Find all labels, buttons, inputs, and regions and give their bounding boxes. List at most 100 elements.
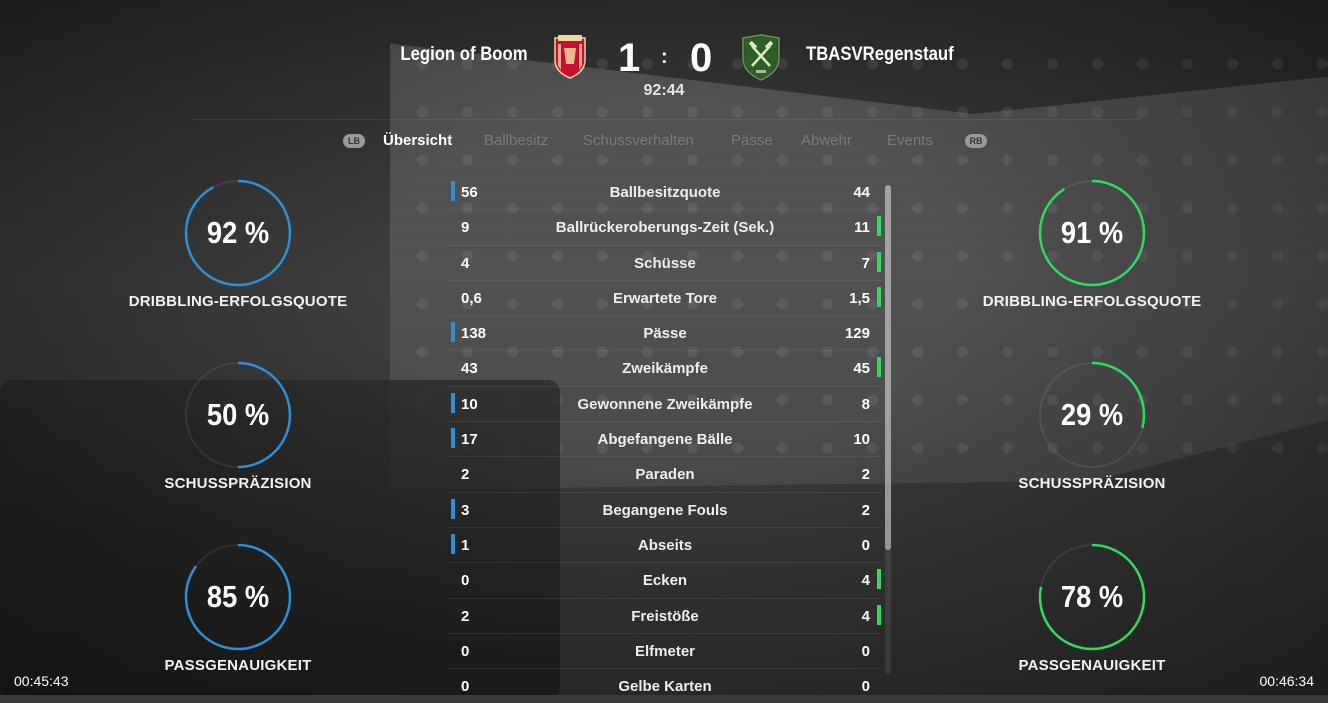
away-value: 2 (861, 466, 870, 484)
stats-tab-bar: LB Übersicht Ballbesitz Schussverhalten … (0, 132, 1328, 154)
home-team-name: Legion of Boom (400, 44, 528, 65)
stats-scrollbar[interactable] (885, 185, 891, 675)
stat-name: Erwartete Tore (613, 289, 717, 307)
home-leader-bar (451, 428, 455, 449)
progress-ring: 85 % (182, 541, 294, 653)
ring-label: SCHUSSPRÄZISION (164, 475, 312, 492)
scrollbar-thumb[interactable] (885, 185, 891, 550)
stat-name: Freistöße (631, 607, 699, 625)
stat-name: Ballrückeroberungs-Zeit (Sek.) (555, 219, 775, 237)
ring-value: 91 % (1060, 215, 1124, 250)
home-leader-bar (451, 322, 455, 343)
table-row: 0,6 Erwartete Tore 1,5 (448, 281, 882, 317)
tab-shooting[interactable]: Schussverhalten (583, 132, 694, 149)
hammers-shield-crest-icon (741, 33, 781, 82)
away-dribbling-stat: 91 % DRIBBLING-ERFOLGSQUOTE (972, 177, 1212, 310)
tab-overview[interactable]: Übersicht (383, 132, 452, 149)
away-value: 4 (861, 607, 870, 625)
away-value: 45 (853, 360, 870, 378)
table-row: 1 Abseits 0 (448, 528, 882, 564)
away-value: 0 (861, 642, 870, 660)
tab-passes[interactable]: Pässe (731, 132, 773, 149)
ring-label: SCHUSSPRÄZISION (1018, 475, 1166, 492)
tab-events[interactable]: Events (887, 132, 933, 149)
away-leader-bar (877, 286, 881, 307)
home-leader-bar (451, 533, 455, 554)
table-row: 43 Zweikämpfe 45 (448, 351, 882, 387)
table-row: 2 Paraden 2 (448, 457, 882, 493)
table-row: 10 Gewonnene Zweikämpfe 8 (448, 387, 882, 423)
ring-value: 85 % (206, 579, 270, 614)
away-leader-bar (877, 604, 881, 625)
home-leader-bar (451, 181, 455, 201)
header-divider (190, 119, 1140, 120)
score-separator: : (661, 46, 668, 68)
away-value: 8 (861, 395, 870, 413)
timestamp-left: 00:45:43 (14, 673, 69, 689)
ring-value: 50 % (206, 397, 270, 432)
away-value: 0 (861, 536, 870, 554)
rb-button-icon[interactable]: RB (965, 134, 987, 148)
stat-name: Abgefangene Bälle (597, 431, 733, 449)
ring-label: PASSGENAUIGKEIT (164, 657, 312, 674)
tab-possession[interactable]: Ballbesitz (484, 132, 548, 149)
away-value: 129 (844, 325, 870, 343)
table-row: 3 Begangene Fouls 2 (448, 493, 882, 528)
home-leader-bar (451, 498, 455, 519)
home-leader-bar (451, 392, 455, 413)
tab-defense[interactable]: Abwehr (801, 132, 852, 149)
stat-name: Gelbe Karten (618, 678, 712, 696)
ring-label: PASSGENAUIGKEIT (1018, 657, 1166, 674)
ring-value: 78 % (1060, 579, 1124, 614)
ring-label: DRIBBLING-ERFOLGSQUOTE (982, 293, 1202, 310)
stat-name: Gewonnene Zweikämpfe (577, 395, 753, 413)
table-row: 56 Ballbesitzquote 44 (448, 175, 882, 211)
match-clock: 92:44 (643, 82, 685, 99)
progress-ring: 91 % (1036, 177, 1148, 289)
away-value: 0 (861, 678, 870, 696)
progress-ring: 29 % (1036, 359, 1148, 471)
home-dribbling-stat: 92 % DRIBBLING-ERFOLGSQUOTE (118, 177, 358, 310)
stat-name: Ecken (642, 572, 688, 590)
away-shot-accuracy-stat: 29 % SCHUSSPRÄZISION (972, 359, 1212, 492)
stat-name: Zweikämpfe (622, 360, 708, 378)
home-pass-accuracy-stat: 85 % PASSGENAUIGKEIT (118, 541, 358, 674)
progress-ring: 92 % (182, 177, 294, 289)
away-value: 44 (853, 184, 870, 201)
stat-name: Begangene Fouls (602, 501, 728, 519)
home-score: 1 (618, 36, 641, 80)
table-row: 138 Pässe 129 (448, 316, 882, 352)
scoreboard: Legion of Boom 1 : 0 TBASVRegenstauf 92:… (0, 28, 1328, 120)
away-value: 4 (861, 572, 870, 590)
stat-name: Ballbesitzquote (609, 184, 721, 201)
timestamp-right: 00:46:34 (1259, 673, 1315, 689)
ring-value: 92 % (206, 215, 270, 250)
away-value: 2 (861, 501, 870, 519)
progress-ring: 50 % (182, 359, 294, 471)
away-leader-bar (877, 251, 881, 272)
ring-label: DRIBBLING-ERFOLGSQUOTE (128, 293, 348, 310)
away-leader-bar (877, 216, 881, 237)
stats-table: 56 Ballbesitzquote 44 9 Ballrückeroberungs-… (448, 175, 882, 703)
ring-value: 29 % (1060, 397, 1124, 432)
table-row: 9 Ballrückeroberungs-Zeit (Sek.) 11 (448, 210, 882, 246)
away-value: 10 (853, 431, 870, 449)
table-row: 0 Ecken 4 (448, 563, 882, 599)
away-team-name: TBASVRegenstauf (806, 44, 954, 65)
table-row: 2 Freistöße 4 (448, 599, 882, 634)
away-value: 11 (854, 219, 870, 237)
away-pass-accuracy-stat: 78 % PASSGENAUIGKEIT (972, 541, 1212, 674)
away-score: 0 (690, 36, 713, 80)
stat-name: Paraden (635, 466, 695, 484)
progress-ring: 78 % (1036, 541, 1148, 653)
stat-name: Abseits (637, 536, 693, 554)
away-value: 1,5 (849, 289, 870, 307)
lb-button-icon[interactable]: LB (343, 134, 365, 148)
stat-name: Pässe (643, 325, 687, 343)
table-row: 0 Gelbe Karten 0 (448, 669, 882, 703)
stat-name: Schüsse (634, 254, 696, 272)
table-row: 4 Schüsse 7 (448, 246, 882, 281)
away-leader-bar (877, 569, 881, 590)
away-value: 7 (861, 254, 870, 272)
stat-name: Elfmeter (634, 642, 696, 660)
